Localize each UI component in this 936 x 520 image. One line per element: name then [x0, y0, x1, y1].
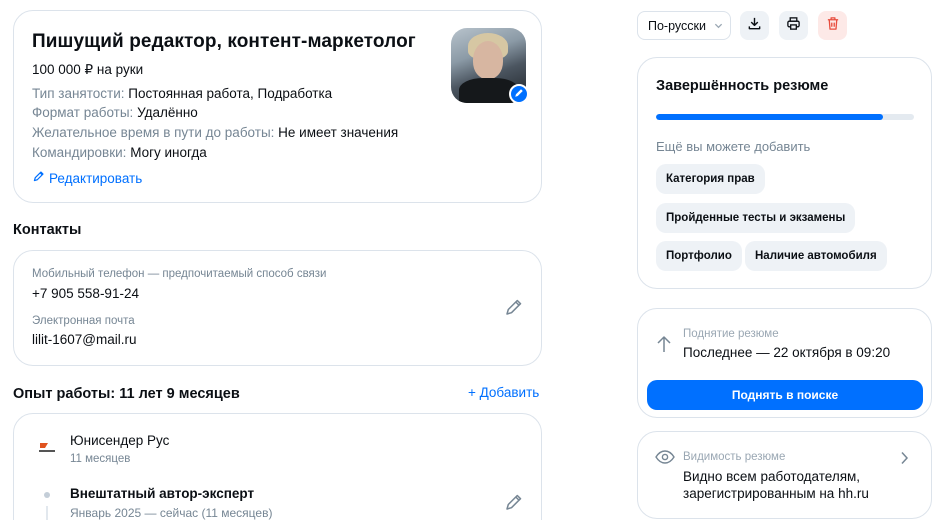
print-button[interactable] — [779, 11, 808, 40]
contacts-card: Мобильный телефон — предпочитаемый спосо… — [13, 250, 542, 366]
experience-card: Юнисендер Рус 11 месяцев Внештатный авто… — [13, 413, 542, 520]
chip-tests-exams[interactable]: Пройденные тесты и экзамены — [656, 203, 856, 233]
delete-button[interactable] — [818, 11, 847, 40]
pencil-icon — [514, 85, 524, 103]
completeness-title: Завершённость резюме — [656, 78, 829, 94]
resume-header-card: Пишущий редактор, контент-маркетолог 100… — [13, 10, 542, 203]
download-button[interactable] — [740, 11, 769, 40]
detail-value: Могу иногда — [130, 145, 207, 160]
phone-value: +7 905 558-91-24 — [32, 286, 139, 301]
employment-type-row: Тип занятости: Постоянная работа, Подраб… — [32, 86, 332, 101]
download-icon — [747, 16, 762, 36]
email-value: lilit-1607@mail.ru — [32, 332, 137, 347]
phone-label: Мобильный телефон — предпочитаемый спосо… — [32, 268, 327, 280]
experience-heading: Опыт работы: 11 лет 9 месяцев — [13, 386, 240, 402]
raise-in-search-button[interactable]: Поднять в поиске — [647, 380, 923, 410]
pencil-icon — [504, 299, 524, 321]
pencil-icon — [504, 494, 524, 516]
resume-title: Пишущий редактор, контент-маркетолог — [32, 31, 416, 52]
edit-resume-label: Редактировать — [49, 170, 143, 186]
photo-edit-button[interactable] — [509, 84, 529, 104]
email-label: Электронная почта — [32, 315, 135, 327]
edit-resume-link[interactable]: Редактировать — [32, 170, 142, 186]
edit-contacts-button[interactable] — [504, 297, 526, 319]
raise-label: Поднятие резюме — [683, 328, 779, 340]
completeness-subtitle: Ещё вы можете добавить — [656, 139, 811, 154]
arrow-up-icon — [656, 335, 672, 358]
resume-completeness-card: Завершённость резюме Ещё вы можете добав… — [637, 57, 932, 289]
work-format-row: Формат работы: Удалённо — [32, 105, 198, 120]
progress-fill — [656, 114, 884, 120]
position-dates: Январь 2025 — сейчас (11 месяцев) — [70, 506, 273, 520]
resume-visibility-card[interactable]: Видимость резюме Видно всем работодателя… — [637, 431, 932, 519]
edit-experience-button[interactable] — [504, 492, 526, 514]
print-icon — [786, 16, 801, 36]
company-name: Юнисендер Рус — [70, 433, 170, 448]
language-value: По-русски — [648, 18, 706, 33]
visibility-value: Видно всем работодателям, зарегистрирова… — [683, 469, 869, 501]
chevron-down-icon — [714, 19, 723, 33]
salary: 100 000 ₽ на руки — [32, 62, 144, 77]
trash-icon — [826, 16, 840, 36]
detail-key: Желательное время в пути до работы: — [32, 125, 275, 140]
resume-raise-card: Поднятие резюме Последнее — 22 октября в… — [637, 308, 932, 418]
detail-value: Постоянная работа, Подработка — [128, 86, 333, 101]
detail-key: Тип занятости: — [32, 86, 125, 101]
chip-license-category[interactable]: Категория прав — [656, 164, 765, 194]
chip-portfolio[interactable]: Портфолио — [656, 241, 742, 271]
detail-value: Удалённо — [137, 105, 198, 120]
business-trips-row: Командировки: Могу иногда — [32, 145, 207, 160]
detail-key: Командировки: — [32, 145, 127, 160]
detail-key: Формат работы: — [32, 105, 134, 120]
language-select[interactable]: По-русски — [637, 11, 731, 40]
company-duration: 11 месяцев — [70, 453, 131, 465]
completeness-progress-bar — [656, 114, 914, 120]
chevron-right-icon — [900, 451, 909, 470]
raise-last-time: Последнее — 22 октября в 09:20 — [683, 345, 891, 360]
timeline-dot — [44, 492, 50, 498]
visibility-label: Видимость резюме — [683, 451, 786, 463]
position-title: Внештатный автор-эксперт — [70, 486, 255, 501]
eye-icon — [655, 450, 675, 469]
pencil-icon — [32, 170, 45, 186]
contacts-heading: Контакты — [13, 222, 82, 238]
detail-value: Не имеет значения — [278, 125, 399, 140]
timeline-line — [46, 506, 48, 520]
add-experience-link[interactable]: + Добавить — [468, 385, 539, 400]
company-logo — [36, 436, 58, 458]
commute-time-row: Желательное время в пути до работы: Не и… — [32, 125, 398, 140]
chip-car-ownership[interactable]: Наличие автомобиля — [745, 241, 887, 271]
